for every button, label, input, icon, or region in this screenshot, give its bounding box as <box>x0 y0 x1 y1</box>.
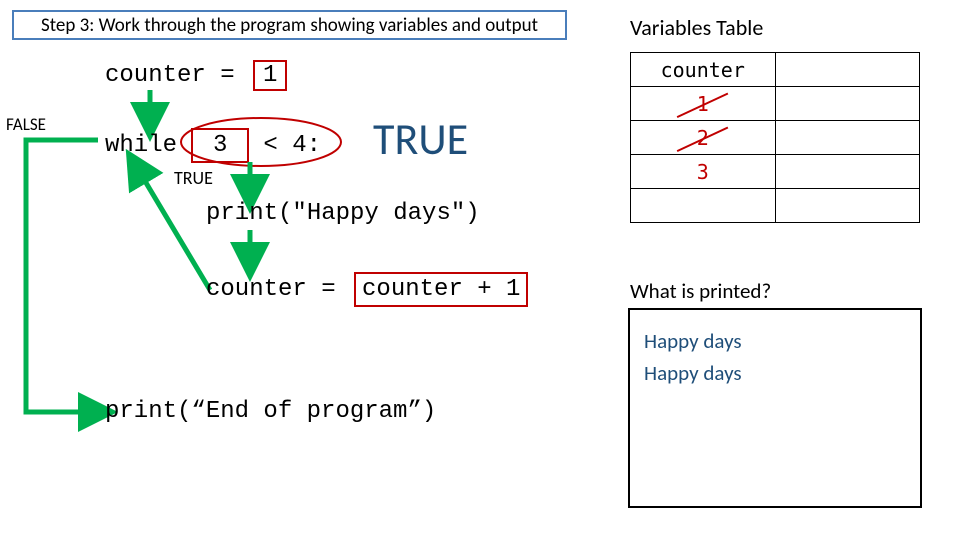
table-row: counter <box>631 53 920 87</box>
printed-question: What is printed? <box>630 278 771 304</box>
arrow-false-path <box>18 134 128 424</box>
condition-result: TRUE <box>373 112 468 166</box>
var-cell: 1 <box>631 87 776 121</box>
var-cell-empty <box>775 87 920 121</box>
increment-line: counter = counter + 1 <box>206 272 528 307</box>
var-cell: 3 <box>631 155 776 189</box>
var-cell-empty <box>775 121 920 155</box>
table-row: 2 <box>631 121 920 155</box>
assign-rhs-box: 1 <box>253 60 287 91</box>
var-cell <box>631 189 776 223</box>
variables-table: counter 1 2 3 <box>630 52 920 223</box>
output-line: Happy days <box>644 360 906 386</box>
table-row <box>631 189 920 223</box>
print-happy-line: print("Happy days") <box>206 200 480 227</box>
output-box: Happy days Happy days <box>628 308 922 508</box>
false-label: FALSE <box>6 114 46 135</box>
arrow-print-to-incr <box>238 230 262 270</box>
incr-rhs-box: counter + 1 <box>354 272 528 307</box>
vars-table-title: Variables Table <box>630 14 763 41</box>
end-print-line: print(“End of program”) <box>105 398 436 425</box>
incr-lhs: counter = <box>206 276 336 303</box>
var-cell: 2 <box>631 121 776 155</box>
table-row: 3 <box>631 155 920 189</box>
arrow-assign-to-while <box>138 90 162 130</box>
step-banner: Step 3: Work through the program showing… <box>12 10 567 40</box>
assign-lhs: counter = <box>105 62 235 89</box>
var-cell-empty <box>775 189 920 223</box>
assign-line: counter = 1 <box>105 60 287 91</box>
var-cell-empty <box>775 155 920 189</box>
table-row: 1 <box>631 87 920 121</box>
arrow-while-to-print <box>238 162 262 202</box>
vars-header: counter <box>631 53 776 87</box>
output-line: Happy days <box>644 328 906 354</box>
vars-header-empty <box>775 53 920 87</box>
